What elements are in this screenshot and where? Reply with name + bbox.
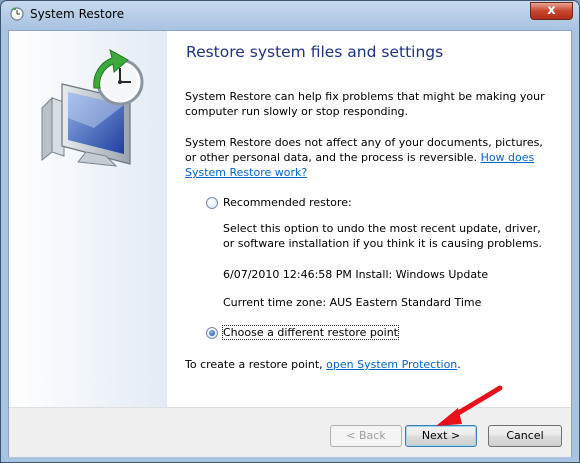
close-button[interactable]: x xyxy=(530,2,573,20)
intro-text: System Restore can help fix problems tha… xyxy=(185,90,545,118)
recommended-description: Select this option to undo the most rece… xyxy=(223,222,542,250)
system-restore-icon xyxy=(10,7,24,21)
protection-end: . xyxy=(457,358,461,371)
computer-clock-restore-icon xyxy=(41,49,144,167)
left-banner-panel xyxy=(9,31,167,407)
page-heading: Restore system files and settings xyxy=(186,43,444,61)
info-text-block: System Restore does not affect any of yo… xyxy=(185,135,555,180)
current-time-zone: Current time zone: AUS Eastern Standard … xyxy=(223,296,482,309)
recommended-restore-label[interactable]: Recommended restore: xyxy=(223,196,352,209)
title-bar[interactable]: System Restore x xyxy=(1,1,579,29)
window-title: System Restore xyxy=(30,7,125,21)
back-button[interactable]: < Back xyxy=(330,425,402,447)
open-system-protection-link[interactable]: open System Protection xyxy=(326,358,457,371)
protection-text: To create a restore point, xyxy=(185,358,323,371)
recommended-restore-radio[interactable] xyxy=(206,197,218,209)
protection-line: To create a restore point, open System P… xyxy=(185,357,555,372)
restore-point-details: 6/07/2010 12:46:58 PM Install: Windows U… xyxy=(223,268,489,281)
different-restore-point-label[interactable]: Choose a different restore point xyxy=(222,325,399,340)
red-arrow-icon xyxy=(436,385,503,426)
close-icon: x xyxy=(547,3,556,18)
different-restore-point-radio[interactable] xyxy=(206,327,218,339)
